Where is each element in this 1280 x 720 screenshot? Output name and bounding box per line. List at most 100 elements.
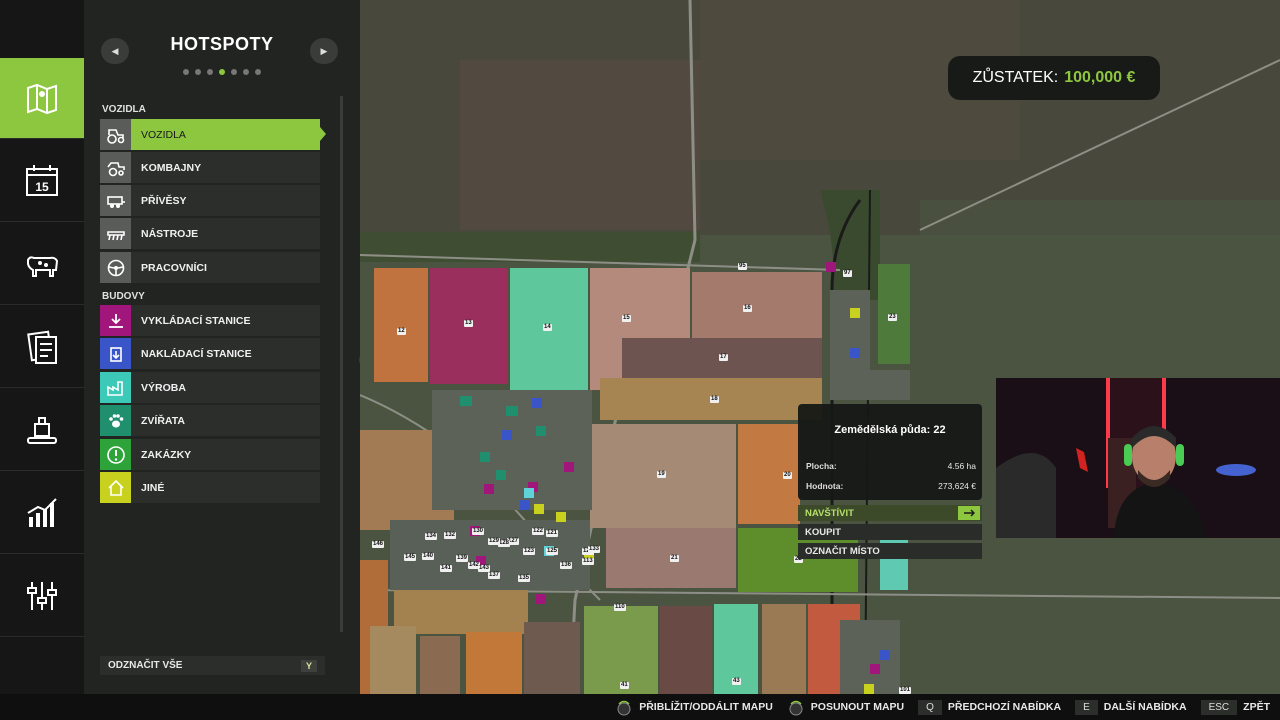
zoom-map-hint[interactable]: PŘIBLÍŽIT/ODDÁLIT MAPU	[615, 698, 773, 716]
webcam-image	[996, 378, 1280, 538]
hotspot-item-animals[interactable]: ZVÍŘATA	[100, 405, 320, 436]
exclamation-icon	[100, 439, 131, 470]
map-tab[interactable]	[0, 58, 90, 139]
field-label: 143	[478, 565, 491, 572]
hotspot-item-contracts[interactable]: ZAKÁZKY	[100, 439, 320, 470]
statistics-icon	[27, 498, 57, 527]
field-label: 137	[488, 572, 501, 579]
settings-tab[interactable]	[0, 556, 84, 637]
previous-menu-hint[interactable]: Q PŘEDCHOZÍ NABÍDKA	[918, 699, 1062, 715]
field-info-row: Plocha: 4.56 ha	[806, 461, 976, 471]
map-icon	[27, 83, 57, 115]
page-dot[interactable]	[207, 69, 213, 75]
calendar-tab[interactable]: 15	[0, 141, 84, 222]
contracts-tab[interactable]	[0, 307, 84, 388]
house-icon	[100, 472, 131, 503]
section-label-vehicles: VOZIDLA	[102, 104, 146, 115]
production-icon	[27, 417, 57, 444]
trailer-icon	[100, 185, 131, 216]
field-label: 18	[710, 396, 719, 403]
statistics-tab[interactable]	[0, 473, 84, 554]
balance-value: 100,000 €	[1064, 69, 1136, 86]
field-label: 129	[488, 538, 501, 545]
game-screen: 15 ◀ HOTSPOTY ▶ VOZIDLA VOZIDLA KOMBAJNY…	[0, 0, 1280, 720]
contracts-icon	[27, 330, 57, 364]
calendar-icon: 15	[26, 165, 58, 196]
hotspot-item-production[interactable]: VÝROBA	[100, 372, 320, 403]
deselect-all-label: ODZNAČIT VŠE	[108, 660, 183, 671]
hotspot-item-label: NÁSTROJE	[141, 227, 199, 240]
next-menu-hint[interactable]: E DALŠÍ NABÍDKA	[1075, 699, 1187, 715]
previous-menu-key: Q	[918, 699, 942, 715]
page-dot[interactable]	[219, 69, 225, 75]
page-dot[interactable]	[183, 69, 189, 75]
field-label: 12	[397, 328, 406, 335]
factory-icon	[100, 372, 131, 403]
page-dot[interactable]	[243, 69, 249, 75]
steering-wheel-icon	[100, 252, 131, 283]
move-map-hint[interactable]: POSUNOUT MAPU	[787, 698, 904, 716]
field-label: 101	[899, 687, 912, 694]
farm-map[interactable]: 12 13 14 15 16 17 18 19 20 21 22 23 41 4…	[360, 0, 1280, 694]
link-icon	[958, 506, 980, 520]
visit-label: NAVŠTÍVIT	[805, 507, 854, 519]
hotspot-item-label: VÝROBA	[141, 381, 186, 394]
streamer-webcam	[996, 378, 1280, 538]
hotspot-item-label: PŘÍVĚSY	[141, 194, 187, 207]
hotspot-item-other[interactable]: JINÉ	[100, 472, 320, 503]
animals-tab[interactable]	[0, 224, 84, 305]
hotspot-item-load-stations[interactable]: NAKLÁDACÍ STANICE	[100, 338, 320, 369]
field-label: 15	[622, 315, 631, 322]
field-label: 21	[670, 555, 679, 562]
hotspot-item-trailers[interactable]: PŘÍVĚSY	[100, 185, 320, 216]
field-area-label: Plocha:	[806, 461, 837, 471]
tool-icon	[100, 218, 131, 249]
page-dot[interactable]	[231, 69, 237, 75]
hotspot-item-label: JINÉ	[141, 481, 165, 494]
main-menu-rail: 15	[0, 0, 90, 694]
animals-icon	[27, 256, 59, 277]
next-page-button[interactable]: ▶	[310, 38, 338, 64]
hotspot-item-unload-stations[interactable]: VYKLÁDACÍ STANICE	[100, 305, 320, 336]
buy-button[interactable]: KOUPIT	[798, 524, 982, 540]
page-dot[interactable]	[255, 69, 261, 75]
field-label: 134	[425, 533, 438, 540]
field-label: 17	[719, 354, 728, 361]
field-actions: NAVŠTÍVIT KOUPIT OZNAČIT MÍSTO	[798, 505, 982, 562]
mark-location-button[interactable]: OZNAČIT MÍSTO	[798, 543, 982, 559]
buy-label: KOUPIT	[805, 526, 841, 538]
hotspot-item-harvesters[interactable]: KOMBAJNY	[100, 152, 320, 183]
deselect-all-button[interactable]: ODZNAČIT VŠE Y	[100, 656, 325, 675]
visit-button[interactable]: NAVŠTÍVIT	[798, 505, 982, 521]
back-hint[interactable]: ESC ZPĚT	[1200, 699, 1270, 715]
panel-scrollbar[interactable]	[340, 96, 343, 632]
field-label: 110	[614, 604, 626, 611]
page-dot[interactable]	[195, 69, 201, 75]
field-label: 145	[404, 554, 417, 561]
field-area-value: 4.56 ha	[947, 461, 976, 471]
move-stick-icon	[789, 700, 803, 716]
production-tab[interactable]	[0, 390, 84, 471]
field-value-label: Hodnota:	[806, 481, 844, 491]
balance-display: ZŮSTATEK: 100,000 €	[948, 56, 1160, 100]
field-label: 125	[546, 548, 559, 555]
field-label: 136	[560, 562, 573, 569]
field-label: 43	[732, 678, 741, 685]
previous-menu-label: PŘEDCHOZÍ NABÍDKA	[947, 701, 1062, 713]
field-label: 19	[657, 471, 666, 478]
map-terrain	[360, 0, 1280, 694]
hotspot-item-tools[interactable]: NÁSTROJE	[100, 218, 320, 249]
field-label: 139	[456, 555, 469, 562]
field-value-value: 273,624 €	[938, 481, 976, 491]
hotspot-item-label: KOMBAJNY	[141, 161, 202, 174]
field-label: 130	[472, 528, 485, 535]
hotspot-item-label: VYKLÁDACÍ STANICE	[141, 314, 251, 327]
hotspot-item-vehicles[interactable]: VOZIDLA	[100, 119, 326, 150]
move-map-label: POSUNOUT MAPU	[810, 701, 905, 713]
field-label: 122	[532, 528, 545, 535]
hotspot-item-label: NAKLÁDACÍ STANICE	[141, 347, 252, 360]
field-info-popup: Zemědělská půda: 22 Plocha: 4.56 ha Hodn…	[798, 404, 982, 500]
hotspot-item-workers[interactable]: PRACOVNÍCI	[100, 252, 320, 283]
zoom-stick-icon	[617, 700, 631, 716]
paw-icon	[100, 405, 131, 436]
